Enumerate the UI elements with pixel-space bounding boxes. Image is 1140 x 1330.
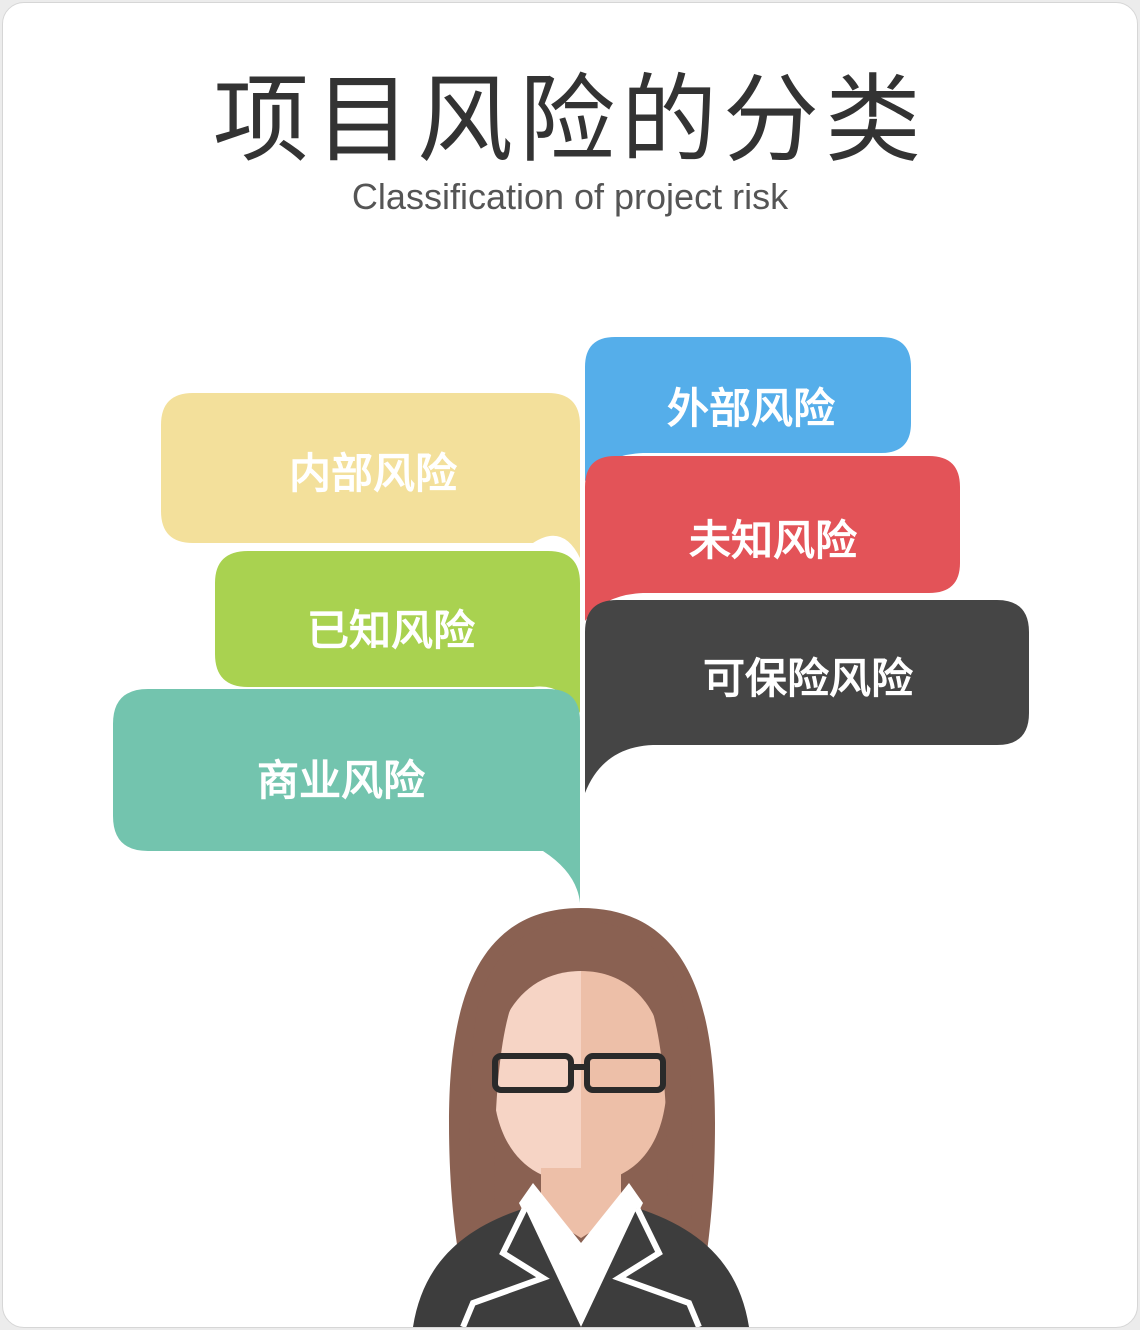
bubble-internal-risk: 内部风险	[161, 393, 580, 558]
bubble-insurable-risk: 可保险风险	[585, 600, 1029, 793]
bubble-insurable-label: 可保险风险	[703, 654, 914, 703]
bubble-internal-label: 内部风险	[289, 449, 458, 498]
bubble-known-label: 已知风险	[307, 606, 476, 655]
bubble-unknown-label: 未知风险	[689, 516, 858, 565]
bubble-external-label: 外部风险	[667, 384, 836, 433]
slide: 项目风险的分类 Classification of project risk 内…	[2, 2, 1138, 1328]
woman-avatar-illustration	[413, 908, 749, 1327]
risk-bubble-diagram: 内部风险 已知风险 商业风险 外部风险 未知风险 可保险风险	[113, 337, 1029, 1327]
bubble-business-label: 商业风险	[257, 756, 426, 805]
bubble-business-risk: 商业风险	[113, 689, 580, 903]
bubble-unknown-risk: 未知风险	[585, 456, 960, 621]
bubble-known-risk: 已知风险	[215, 551, 580, 713]
